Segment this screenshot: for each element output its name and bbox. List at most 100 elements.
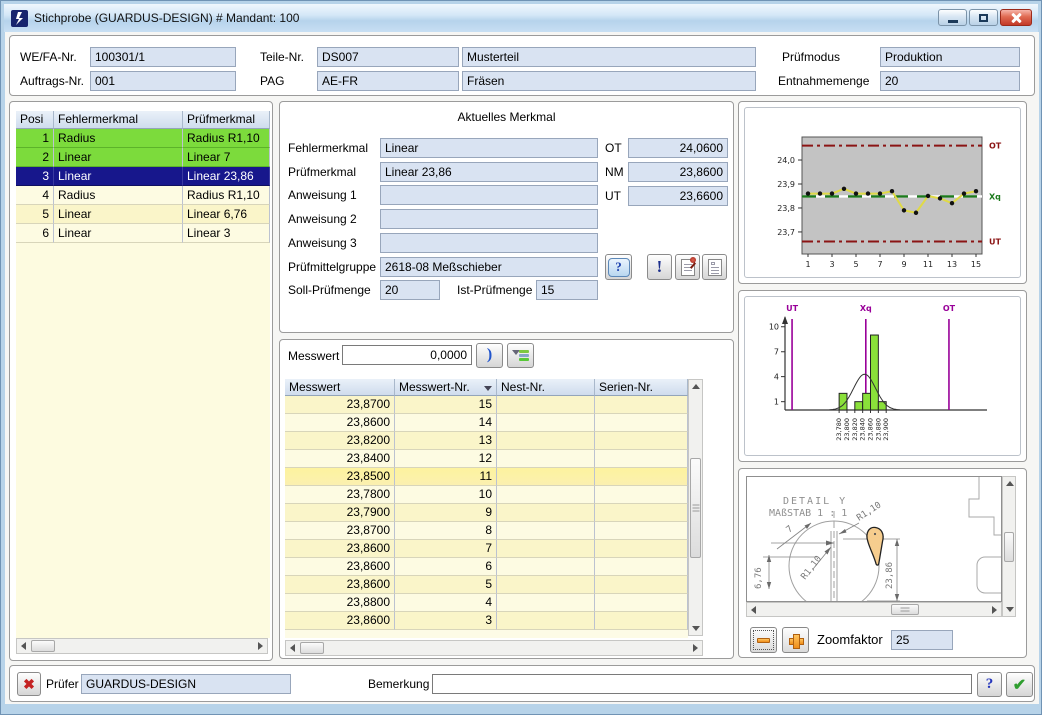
measurement-row[interactable]: 23,860014 — [285, 414, 688, 432]
column-header-posi[interactable]: Posi — [16, 111, 54, 129]
measurement-row[interactable]: 23,870015 — [285, 396, 688, 414]
measurement-cell — [497, 522, 595, 540]
measurement-row[interactable]: 23,86003 — [285, 612, 688, 630]
field-input-pr-fmerkmal[interactable] — [380, 162, 598, 182]
pruefmodus-input[interactable] — [880, 47, 1020, 67]
teile-input[interactable] — [317, 47, 459, 67]
bemerkung-input[interactable] — [432, 674, 972, 694]
measurement-row[interactable]: 23,86006 — [285, 558, 688, 576]
column-header-nest-nr[interactable]: Nest-Nr. — [497, 379, 595, 396]
zoomfaktor-input[interactable] — [891, 630, 953, 650]
pruefmittel-help-button[interactable]: ? — [605, 254, 632, 280]
measurement-row[interactable]: 23,780010 — [285, 486, 688, 504]
measurement-cell — [497, 594, 595, 612]
measurement-row[interactable]: 23,88004 — [285, 594, 688, 612]
column-header-messwert[interactable]: Messwert — [285, 379, 395, 396]
field-input-fehlermerkmal[interactable] — [380, 138, 598, 158]
confirm-button[interactable]: ✔ — [1006, 672, 1033, 697]
feature-hscroll-thumb[interactable] — [31, 640, 55, 652]
drawing-viewport[interactable]: DETAIL Y MAßSTAB 1 : 1 7 6,76 R1,10 R1,1… — [746, 476, 1002, 602]
close-button[interactable] — [1000, 9, 1032, 26]
measurement-vscroll-thumb[interactable] — [690, 458, 701, 558]
field-input-anweisung-3[interactable] — [380, 233, 598, 253]
measurement-hscroll-thumb[interactable] — [300, 642, 324, 654]
measurement-cell — [497, 540, 595, 558]
measurement-row[interactable]: 23,840012 — [285, 450, 688, 468]
measurement-row[interactable]: 23,87008 — [285, 522, 688, 540]
attachment-note-button[interactable] — [675, 254, 700, 280]
limit-input-ut[interactable] — [628, 186, 728, 206]
pag-desc-input[interactable] — [462, 71, 756, 91]
scroll-left-icon[interactable] — [751, 606, 756, 614]
feature-row[interactable]: 4RadiusRadius R1,10 — [16, 186, 270, 205]
svg-text:4: 4 — [774, 373, 779, 382]
dim-23-86: 23,86 — [885, 562, 895, 589]
feature-cell: Linear 3 — [183, 224, 270, 243]
feature-row[interactable]: 1RadiusRadius R1,10 — [16, 129, 270, 148]
scroll-right-icon[interactable] — [992, 606, 997, 614]
column-header-messwert-nr[interactable]: Messwert-Nr. — [395, 379, 497, 396]
measurement-row[interactable]: 23,79009 — [285, 504, 688, 522]
limit-label-nm: NM — [605, 165, 624, 179]
measure-device-button[interactable]: ) — [476, 343, 503, 368]
scroll-up-icon[interactable] — [692, 384, 700, 389]
measurement-cell: 23,8800 — [285, 594, 395, 612]
field-input-anweisung-1[interactable] — [380, 185, 598, 205]
client-area: WE/FA-Nr. Auftrags-Nr. Teile-Nr. PAG Prü… — [5, 32, 1039, 704]
drawing-vscrollbar — [1002, 476, 1016, 617]
measurement-row[interactable]: 23,86005 — [285, 576, 688, 594]
soll-pruefmenge-label: Soll-Prüfmenge — [288, 283, 371, 297]
warning-button[interactable]: ! — [647, 254, 672, 280]
dim-r110-top: R1,10 — [855, 500, 883, 523]
scroll-right-icon[interactable] — [693, 644, 698, 652]
minimize-icon — [948, 20, 958, 23]
field-input-pr-fmittelgruppe[interactable] — [380, 257, 598, 277]
measurement-cell: 4 — [395, 594, 497, 612]
drawing-vscroll-thumb[interactable] — [1004, 532, 1014, 562]
value-list-button[interactable] — [507, 343, 534, 368]
zoom-out-button[interactable] — [750, 627, 777, 653]
teile-desc-input[interactable] — [462, 47, 756, 67]
scroll-left-icon[interactable] — [290, 644, 295, 652]
scroll-down-icon[interactable] — [1006, 607, 1014, 612]
measurement-cell — [497, 576, 595, 594]
pruefer-input[interactable] — [81, 674, 291, 694]
entnahmemenge-input[interactable] — [880, 71, 1020, 91]
svg-text:10: 10 — [769, 323, 779, 332]
scroll-left-icon[interactable] — [21, 642, 26, 650]
maximize-button[interactable] — [969, 9, 998, 26]
drawing-hscroll-thumb[interactable] — [891, 604, 919, 615]
column-header-pruefmerkmal[interactable]: Prüfmerkmal — [183, 111, 270, 129]
measurement-row[interactable]: 23,86007 — [285, 540, 688, 558]
measurement-cell: 8 — [395, 522, 497, 540]
document-icon — [708, 259, 722, 276]
field-input-anweisung-2[interactable] — [380, 209, 598, 229]
document-button[interactable] — [702, 254, 727, 280]
pag-input[interactable] — [317, 71, 459, 91]
limit-input-nm[interactable] — [628, 162, 728, 182]
zoom-in-button[interactable] — [782, 627, 809, 653]
minimize-button[interactable] — [938, 9, 967, 26]
help-button[interactable]: ? — [977, 672, 1002, 697]
feature-row[interactable]: 5LinearLinear 6,76 — [16, 205, 270, 224]
auftrag-input[interactable] — [90, 71, 236, 91]
svg-text:23,9: 23,9 — [777, 180, 795, 189]
column-header-fehlermerkmal[interactable]: Fehlermerkmal — [54, 111, 183, 129]
measurement-row[interactable]: 23,820013 — [285, 432, 688, 450]
cancel-button[interactable]: ✖ — [17, 672, 41, 696]
feature-row[interactable]: 2LinearLinear 7 — [16, 148, 270, 167]
feature-row[interactable]: 6LinearLinear 3 — [16, 224, 270, 243]
messwert-input[interactable] — [342, 345, 472, 365]
limit-input-ot[interactable] — [628, 138, 728, 158]
ist-pruefmenge-input[interactable] — [536, 280, 598, 300]
measurement-row[interactable]: 23,850011 — [285, 468, 688, 486]
feature-cell: Linear 6,76 — [183, 205, 270, 224]
svg-text:23,860: 23,860 — [867, 418, 875, 441]
scroll-up-icon[interactable] — [1006, 481, 1014, 486]
scroll-down-icon[interactable] — [692, 626, 700, 631]
feature-row[interactable]: 3LinearLinear 23,86 — [16, 167, 270, 186]
scroll-right-icon[interactable] — [258, 642, 263, 650]
column-header-serien-nr[interactable]: Serien-Nr. — [595, 379, 688, 396]
soll-pruefmenge-input[interactable] — [380, 280, 440, 300]
wefa-input[interactable] — [90, 47, 236, 67]
